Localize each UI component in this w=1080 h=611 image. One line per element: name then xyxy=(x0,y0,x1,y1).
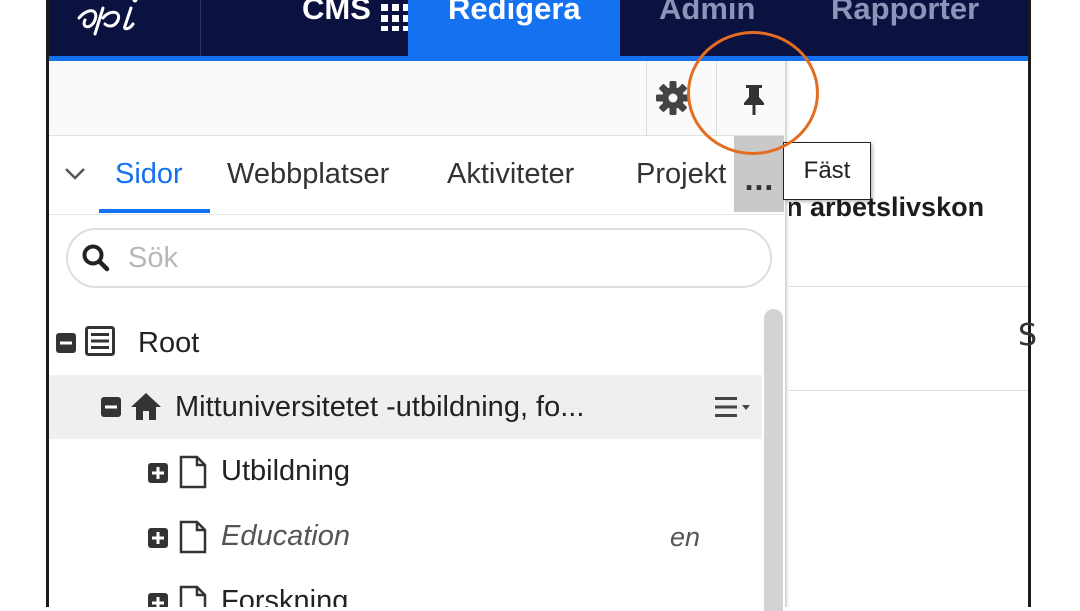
epi-logo[interactable] xyxy=(73,0,193,40)
frame-left xyxy=(0,0,46,607)
tree-node-site[interactable]: Mittuniversitetet -utbildning, fo... xyxy=(49,375,762,439)
settings-gear-icon[interactable] xyxy=(652,77,694,119)
pane-toolbar xyxy=(49,61,785,136)
nav-tab-admin[interactable]: Admin xyxy=(659,0,799,56)
tree-node-label: Education xyxy=(221,520,350,552)
tree-node-forskning[interactable]: Forskning xyxy=(49,569,762,607)
content-divider xyxy=(786,286,1028,287)
tree-node-label: Forskning xyxy=(221,585,349,607)
cms-label: CMS xyxy=(302,0,371,26)
scrollbar-thumb[interactable] xyxy=(764,309,783,611)
search-icon xyxy=(82,244,110,272)
tab-sidor[interactable]: Sidor xyxy=(115,158,183,191)
tab-projekt[interactable]: Projekt xyxy=(636,158,726,191)
collapse-icon[interactable] xyxy=(56,333,76,353)
expand-icon[interactable] xyxy=(148,528,168,548)
page-icon xyxy=(179,520,207,554)
tree-node-education[interactable]: Education en xyxy=(49,504,762,568)
cms-menu-button[interactable]: CMS xyxy=(201,0,410,56)
active-tab-indicator xyxy=(99,209,210,213)
tab-clip: Projekt xyxy=(636,136,734,212)
page-icon xyxy=(179,585,207,607)
frame-border-right xyxy=(1028,0,1031,607)
tree-node-label: Utbildning xyxy=(221,455,350,487)
tree-node-label: Root xyxy=(138,327,200,359)
content-divider xyxy=(786,390,1028,391)
expand-icon[interactable] xyxy=(148,463,168,483)
tree-node-root[interactable]: Root xyxy=(49,311,762,375)
nav-tab-label: Admin xyxy=(659,0,756,26)
toolbar-divider xyxy=(716,61,717,135)
tree-scrollbar[interactable] xyxy=(762,305,785,611)
nav-tab-label: Rapporter xyxy=(831,0,980,26)
frame-right xyxy=(1030,0,1080,607)
navigation-pane: Sidor Webbplatser Aktiviteter Projekt ..… xyxy=(49,61,785,611)
nav-tab-redigera[interactable]: Redigera xyxy=(408,0,620,56)
tab-aktiviteter[interactable]: Aktiviteter xyxy=(447,158,574,191)
pin-tooltip: Fäst xyxy=(783,142,871,200)
top-navigation: CMS Redigera Admin Rapporter xyxy=(49,0,1028,56)
tree-node-label: Mittuniversitetet -utbildning, fo... xyxy=(175,391,585,423)
tab-webbplatser[interactable]: Webbplatser xyxy=(227,158,389,191)
language-badge: en xyxy=(670,522,701,552)
root-page-icon xyxy=(85,326,115,356)
chevron-down-icon[interactable] xyxy=(63,164,87,184)
pin-icon[interactable] xyxy=(733,77,775,119)
nav-tab-label: Redigera xyxy=(448,0,581,26)
nav-tab-rapporter[interactable]: Rapporter xyxy=(831,0,1028,56)
pane-tabs: Sidor Webbplatser Aktiviteter Projekt ..… xyxy=(49,136,785,215)
page-icon xyxy=(179,455,207,489)
home-icon xyxy=(131,393,161,420)
tree-node-utbildning[interactable]: Utbildning xyxy=(49,439,762,503)
expand-icon[interactable] xyxy=(148,593,168,607)
search-input[interactable] xyxy=(126,238,750,278)
toolbar-divider xyxy=(646,61,647,135)
more-tabs-button[interactable]: ... xyxy=(734,136,784,212)
context-menu-icon[interactable] xyxy=(715,395,753,419)
search-box xyxy=(66,228,772,288)
collapse-icon[interactable] xyxy=(101,397,121,417)
content-column-header: S xyxy=(1018,318,1038,353)
